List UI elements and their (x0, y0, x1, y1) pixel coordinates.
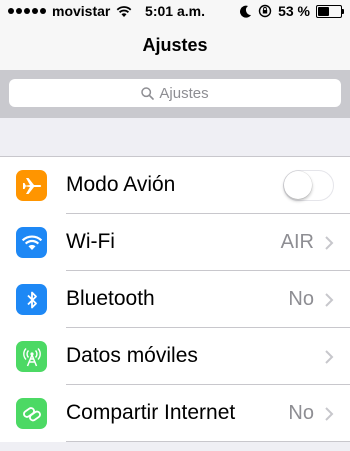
hotspot-icon (16, 398, 47, 429)
chevron-right-icon (325, 407, 334, 421)
orientation-lock-icon (258, 4, 272, 18)
navigation-bar: Ajustes (0, 22, 350, 71)
chevron-right-icon (325, 293, 334, 307)
setting-row-hotspot[interactable]: Compartir Internet No (0, 385, 350, 442)
search-area: Ajustes (0, 70, 350, 118)
setting-label: Wi-Fi (66, 230, 115, 253)
chevron-right-icon (325, 350, 334, 364)
moon-icon (240, 5, 252, 18)
airplane-mode-toggle[interactable] (283, 170, 334, 201)
page-title: Ajustes (142, 35, 208, 55)
chevron-right-icon (325, 236, 334, 250)
status-bar: movistar 5:01 a.m. 53 % (0, 0, 350, 22)
battery-icon (316, 4, 344, 18)
search-icon (141, 86, 155, 100)
battery-percent: 53 % (278, 3, 310, 19)
setting-row-mobile-data[interactable]: Datos móviles (0, 328, 350, 385)
setting-label: Datos móviles (66, 344, 198, 367)
settings-list: Modo Avión Wi-Fi AIR Bluetooth No Datos … (0, 156, 350, 442)
row-separator (66, 441, 350, 442)
setting-value: AIR (280, 231, 314, 253)
setting-label: Compartir Internet (66, 401, 236, 424)
setting-label: Bluetooth (66, 287, 155, 310)
setting-row-airplane-mode[interactable]: Modo Avión (0, 157, 350, 214)
bluetooth-icon (16, 284, 47, 315)
setting-value: No (288, 402, 314, 424)
wifi-icon (16, 227, 47, 258)
setting-value: No (288, 288, 314, 310)
setting-row-wifi[interactable]: Wi-Fi AIR (0, 214, 350, 271)
search-placeholder: Ajustes (159, 84, 209, 102)
antenna-icon (16, 341, 47, 372)
toggle-knob (284, 171, 312, 199)
search-input[interactable]: Ajustes (9, 79, 341, 107)
airplane-icon (16, 170, 47, 201)
setting-label: Modo Avión (66, 173, 176, 196)
setting-row-bluetooth[interactable]: Bluetooth No (0, 271, 350, 328)
